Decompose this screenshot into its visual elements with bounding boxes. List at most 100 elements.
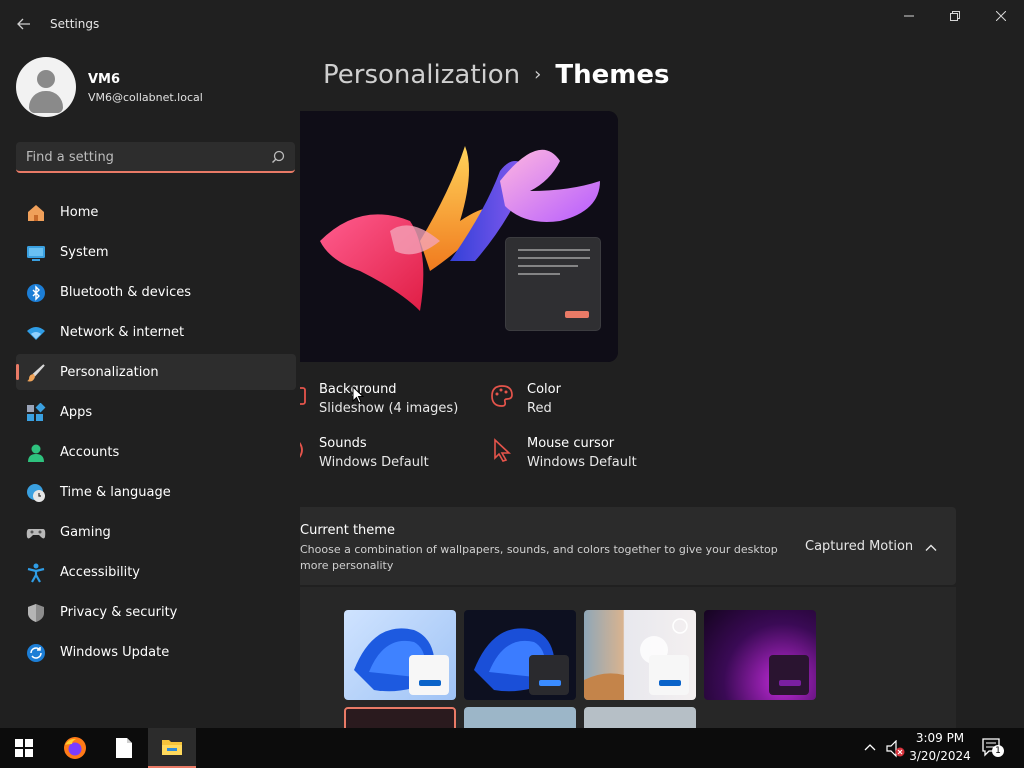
minimize-button[interactable] bbox=[886, 0, 932, 32]
restore-button[interactable] bbox=[932, 0, 978, 32]
current-theme-description: Choose a combination of wallpapers, soun… bbox=[300, 543, 778, 572]
sidebar-item-bluetooth[interactable]: Bluetooth & devices bbox=[16, 274, 296, 310]
apps-icon bbox=[27, 403, 46, 421]
image-icon bbox=[300, 387, 306, 405]
shield-icon bbox=[28, 604, 44, 622]
file-icon bbox=[116, 738, 132, 758]
back-button[interactable] bbox=[12, 12, 36, 36]
theme-tile[interactable] bbox=[704, 610, 816, 700]
close-icon bbox=[996, 11, 1006, 21]
notification-center[interactable]: 1 bbox=[982, 738, 1004, 758]
user-name: VM6 bbox=[88, 72, 121, 87]
color-setting[interactable]: Color Red bbox=[490, 382, 640, 422]
theme-tile[interactable] bbox=[584, 707, 696, 728]
update-icon bbox=[27, 644, 45, 662]
theme-tile[interactable] bbox=[464, 707, 576, 728]
sidebar-item-home[interactable]: Home bbox=[16, 194, 296, 230]
cursor-icon bbox=[494, 438, 512, 462]
firefox-button[interactable] bbox=[51, 728, 99, 768]
accessibility-icon bbox=[27, 563, 45, 583]
taskbar: 3:09 PM 3/20/2024 1 bbox=[0, 728, 1024, 768]
current-theme-value: Captured Motion bbox=[805, 539, 914, 554]
file-button[interactable] bbox=[100, 728, 148, 768]
brush-icon bbox=[27, 364, 45, 382]
clock-date[interactable]: 3/20/2024 bbox=[906, 749, 974, 763]
back-arrow-icon bbox=[17, 18, 30, 30]
mouse-pointer-icon bbox=[352, 386, 364, 404]
current-theme-title: Current theme bbox=[300, 523, 395, 538]
search-box[interactable]: Find a setting bbox=[16, 142, 295, 173]
notification-badge: 1 bbox=[992, 745, 1004, 757]
sidebar-item-gaming[interactable]: Gaming bbox=[16, 514, 296, 550]
sidebar-item-personalization[interactable]: Personalization bbox=[16, 354, 296, 390]
firefox-icon bbox=[64, 737, 86, 759]
bluetooth-icon bbox=[27, 284, 45, 302]
sidebar-item-label: Home bbox=[60, 205, 99, 220]
sidebar-item-label: Network & internet bbox=[60, 325, 185, 340]
theme-tile[interactable] bbox=[464, 610, 576, 700]
search-input[interactable]: Find a setting bbox=[26, 150, 114, 165]
sounds-title: Sounds bbox=[319, 436, 367, 451]
sidebar-item-accessibility[interactable]: Accessibility bbox=[16, 554, 296, 590]
sidebar-item-label: System bbox=[60, 245, 109, 260]
restore-icon bbox=[950, 11, 960, 21]
monitor-icon bbox=[27, 246, 45, 261]
themes-gallery bbox=[300, 587, 956, 728]
sidebar-item-time-language[interactable]: Time & language bbox=[16, 474, 296, 510]
theme-tile-selected[interactable] bbox=[344, 707, 456, 728]
theme-preview bbox=[300, 111, 618, 362]
sidebar-item-label: Bluetooth & devices bbox=[60, 285, 191, 300]
sidebar-item-privacy[interactable]: Privacy & security bbox=[16, 594, 296, 630]
person-icon bbox=[28, 444, 44, 462]
title-bar: Settings bbox=[0, 0, 1024, 46]
mouse-cursor-title: Mouse cursor bbox=[527, 436, 615, 451]
sounds-setting[interactable]: Sounds Windows Default bbox=[300, 436, 484, 476]
palette-icon bbox=[491, 385, 513, 407]
sidebar-item-label: Privacy & security bbox=[60, 605, 178, 620]
start-button[interactable] bbox=[0, 728, 48, 768]
background-value: Slideshow (4 images) bbox=[319, 401, 459, 416]
sounds-value: Windows Default bbox=[319, 455, 429, 470]
mouse-cursor-setting[interactable]: Mouse cursor Windows Default bbox=[490, 436, 660, 476]
sidebar-item-windows-update[interactable]: Windows Update bbox=[16, 634, 296, 670]
theme-tile[interactable] bbox=[344, 610, 456, 700]
sidebar-item-label: Windows Update bbox=[60, 645, 170, 660]
volume-muted-icon[interactable] bbox=[886, 740, 906, 758]
current-theme-header[interactable]: Current theme Choose a combination of wa… bbox=[300, 507, 956, 585]
chevron-up-icon[interactable] bbox=[924, 541, 938, 555]
sidebar-item-label: Accounts bbox=[60, 445, 120, 460]
speaker-icon bbox=[300, 442, 303, 458]
color-title: Color bbox=[527, 382, 561, 397]
search-icon bbox=[272, 150, 285, 163]
sidebar-item-label: Gaming bbox=[60, 525, 111, 540]
wifi-icon bbox=[27, 327, 45, 340]
page-title: Themes bbox=[555, 60, 670, 90]
preview-window-mockup bbox=[505, 237, 601, 331]
clock-time[interactable]: 3:09 PM bbox=[912, 731, 968, 745]
sidebar-item-network[interactable]: Network & internet bbox=[16, 314, 296, 350]
sidebar-item-apps[interactable]: Apps bbox=[16, 394, 296, 430]
color-value: Red bbox=[527, 401, 552, 416]
background-setting[interactable]: Background Slideshow (4 images) bbox=[300, 382, 484, 422]
close-button[interactable] bbox=[978, 0, 1024, 32]
gamepad-icon bbox=[26, 529, 46, 539]
mouse-cursor-value: Windows Default bbox=[527, 455, 637, 470]
chevron-up-icon[interactable] bbox=[864, 742, 876, 752]
settings-window: Settings VM6 VM6@collabnet.local Find a … bbox=[0, 0, 1024, 728]
sidebar-item-label: Apps bbox=[60, 405, 93, 420]
theme-tile[interactable] bbox=[584, 610, 696, 700]
breadcrumb-separator: › bbox=[534, 64, 542, 85]
avatar bbox=[16, 57, 76, 117]
content-area: Personalization › Themes Background Slid… bbox=[300, 46, 1024, 728]
globe-clock-icon bbox=[27, 484, 45, 502]
sidebar-item-label: Accessibility bbox=[60, 565, 140, 580]
file-explorer-icon bbox=[162, 740, 182, 755]
user-email: VM6@collabnet.local bbox=[88, 91, 203, 104]
sidebar-item-system[interactable]: System bbox=[16, 234, 296, 270]
sidebar-item-label: Personalization bbox=[60, 365, 159, 380]
sidebar-nav: Home System Bluetooth & devices Network … bbox=[16, 194, 296, 674]
breadcrumb-parent[interactable]: Personalization bbox=[323, 60, 520, 90]
file-explorer-button[interactable] bbox=[148, 728, 196, 768]
sidebar-item-accounts[interactable]: Accounts bbox=[16, 434, 296, 470]
minimize-icon bbox=[904, 15, 914, 17]
